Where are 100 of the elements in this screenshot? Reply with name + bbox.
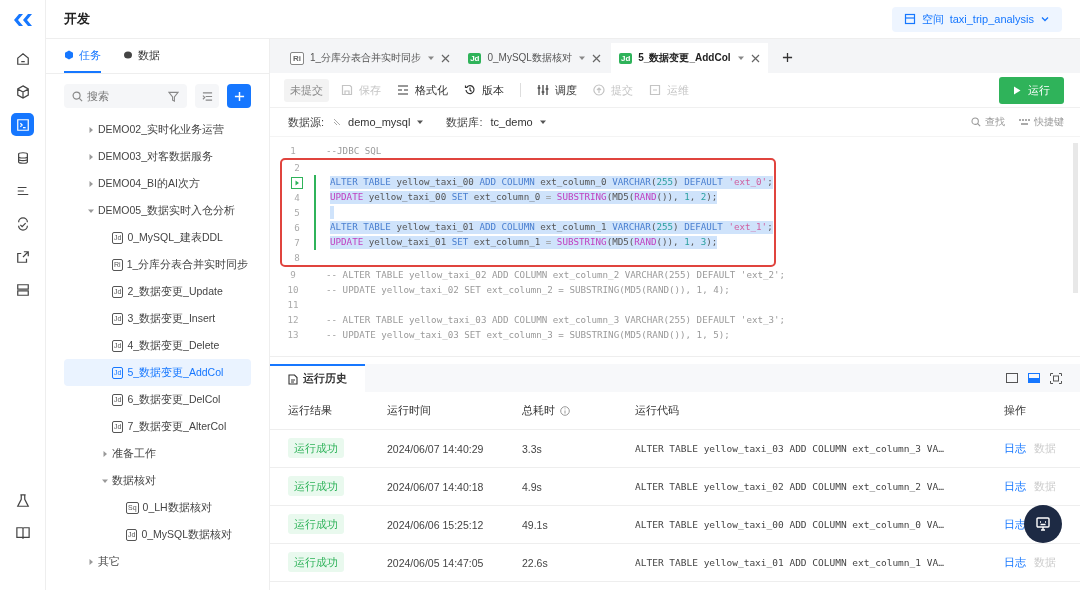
close-icon[interactable] <box>591 53 601 63</box>
line-number: 13 <box>287 329 299 340</box>
table-cell-text: ALTER TABLE yellow_taxi_03 ADD COLUMN ext_column_3 VA… <box>635 443 945 454</box>
table-cell-text: ALTER TABLE yellow_taxi_01 ADD COLUMN ext_column_1 VA… <box>635 557 945 568</box>
table-cell-text: ALTER TABLE yellow_taxi_02 ADD COLUMN ext_column_2 VA… <box>635 481 945 492</box>
chevron-down-icon <box>1040 14 1050 24</box>
table-cell-text: ALTER TABLE yellow_taxi_00 ADD COLUMN ext_column_0 VA… <box>635 519 945 530</box>
tree-item[interactable]: DEMO05_数据实时入仓分析 <box>64 197 251 224</box>
tab-label: 1_分库分表合并实时同步 <box>310 51 422 65</box>
editor-tab[interactable]: Jd 5_数据变更_AddCol <box>610 43 768 73</box>
table-cell-text: 22.6s <box>522 556 549 569</box>
robot-icon <box>1035 516 1051 532</box>
tree-label: 3_数据变更_Insert <box>127 311 216 326</box>
caret-icon[interactable] <box>577 54 586 62</box>
action-link[interactable]: 日志 <box>1004 479 1026 494</box>
caret-icon[interactable] <box>427 54 436 62</box>
file-type-badge: Ri <box>290 51 304 65</box>
line-number: 1 <box>290 145 296 156</box>
action-link[interactable]: 日志 <box>1004 555 1026 570</box>
book-icon[interactable] <box>15 526 30 540</box>
layout-icon[interactable] <box>1006 372 1018 384</box>
table-cell-text: 2024/06/05 14:47:05 <box>387 556 485 569</box>
panel-tab[interactable]: 运行历史 <box>270 364 365 392</box>
line-number: 8 <box>294 252 300 263</box>
caret-icon <box>101 449 109 458</box>
caret-icon <box>87 557 95 566</box>
line-number: 9 <box>290 269 296 280</box>
tree-label: 6_数据变更_DelCol <box>127 392 221 407</box>
tree-label: 4_数据变更_Delete <box>127 338 220 353</box>
flask-icon[interactable] <box>15 494 30 508</box>
caret-icon <box>87 152 95 161</box>
caret-icon <box>416 118 425 126</box>
search-field[interactable]: 搜索 <box>64 84 187 108</box>
caret-icon[interactable] <box>736 54 745 62</box>
tree-item[interactable]: 数据核对 <box>64 467 251 494</box>
editor-tab[interactable]: Jd 0_MySQL数据核对 <box>460 43 609 73</box>
status-tag: 运行成功 <box>288 475 344 496</box>
space-selector[interactable]: 空间 taxi_trip_analysis <box>891 6 1062 32</box>
status-tag: 运行成功 <box>288 437 344 458</box>
table-cell-text: 4.9s <box>522 480 543 493</box>
layout-icon[interactable] <box>1028 372 1040 384</box>
line-number: 4 <box>294 192 300 203</box>
source-label: 数据源: <box>288 114 325 130</box>
nav-button[interactable] <box>11 113 34 136</box>
line-number: 6 <box>294 222 300 233</box>
line-number: 10 <box>287 284 299 295</box>
tree-label: 0_MySQL数据核对 <box>141 527 233 542</box>
line-number: 2 <box>294 162 300 173</box>
tree-item[interactable]: 准备工作 <box>64 440 251 467</box>
assistant-button[interactable] <box>1024 505 1062 543</box>
table-cell-text: 2024/06/07 14:40:29 <box>387 442 485 455</box>
fullscreen-icon[interactable] <box>1050 372 1062 384</box>
column-header: 运行代码 <box>635 403 679 418</box>
window-icon <box>903 13 916 25</box>
status-tag: 运行成功 <box>288 551 344 572</box>
editor-tab[interactable]: Ri 1_分库分表合并实时同步 <box>282 43 459 73</box>
add-button[interactable] <box>227 84 251 108</box>
play-icon <box>1013 85 1021 95</box>
status-badge: 未提交 <box>284 78 329 102</box>
source-select[interactable]: demo_mysql <box>332 116 425 128</box>
page-title: 开发 <box>64 10 90 28</box>
toolbar-button[interactable]: 格式化 <box>397 82 448 98</box>
toolbar-button[interactable]: 调度 <box>537 82 577 98</box>
tree-item[interactable]: DEMO02_实时化业务运营 <box>64 116 251 143</box>
info-icon <box>560 405 570 416</box>
status-tag: 运行成功 <box>288 513 344 534</box>
sidebar-tab[interactable]: 任务 <box>64 39 101 73</box>
server-icon <box>15 282 30 297</box>
tree-item[interactable]: 其它 <box>64 548 251 575</box>
tree-label: 1_分库分表合并实时同步 <box>126 257 249 272</box>
upload-icon <box>593 84 605 96</box>
close-icon[interactable] <box>750 53 760 63</box>
tree-label: DEMO05_数据实时入仓分析 <box>98 203 236 218</box>
toolbar-button[interactable]: 版本 <box>464 82 504 98</box>
tree-item[interactable]: DEMO04_BI的AI次方 <box>64 170 251 197</box>
save-icon <box>341 84 353 96</box>
tree-label: 7_数据变更_AlterCol <box>127 419 227 434</box>
tab-label: 5_数据变更_AddCol <box>638 51 731 65</box>
code-line: -- UPDATE yellow_taxi_03 SET ext_column_3 = SUBSTRING(MD5(RAND()), 1, 5); <box>326 329 730 340</box>
tree-item[interactable]: DEMO03_对客数据服务 <box>64 143 251 170</box>
line-number: 7 <box>294 237 300 248</box>
hexagon-icon <box>64 50 74 60</box>
database-label: 数据库: <box>446 114 483 130</box>
terminal-icon <box>15 117 30 132</box>
close-icon[interactable] <box>441 53 451 63</box>
line-number: 5 <box>294 207 300 218</box>
search-icon <box>971 117 981 127</box>
code-line: --JDBC SQL <box>326 145 382 156</box>
logo <box>11 13 34 27</box>
filter-icon[interactable] <box>168 90 179 102</box>
action-link[interactable]: 日志 <box>1004 441 1026 456</box>
code-line: -- UPDATE yellow_taxi_02 SET ext_column_2 = SUBSTRING(MD5(RAND()), 1, 4); <box>326 284 730 295</box>
line-number: 12 <box>287 314 299 325</box>
keyboard-icon <box>1019 117 1030 127</box>
check-cycle-icon <box>15 216 30 231</box>
sidebar-tab[interactable]: 数据 <box>123 39 160 73</box>
add-tab-icon[interactable] <box>781 52 793 63</box>
document-icon <box>288 373 298 385</box>
search-input[interactable]: 搜索 <box>87 90 164 102</box>
database-select[interactable]: tc_demo <box>490 116 547 128</box>
